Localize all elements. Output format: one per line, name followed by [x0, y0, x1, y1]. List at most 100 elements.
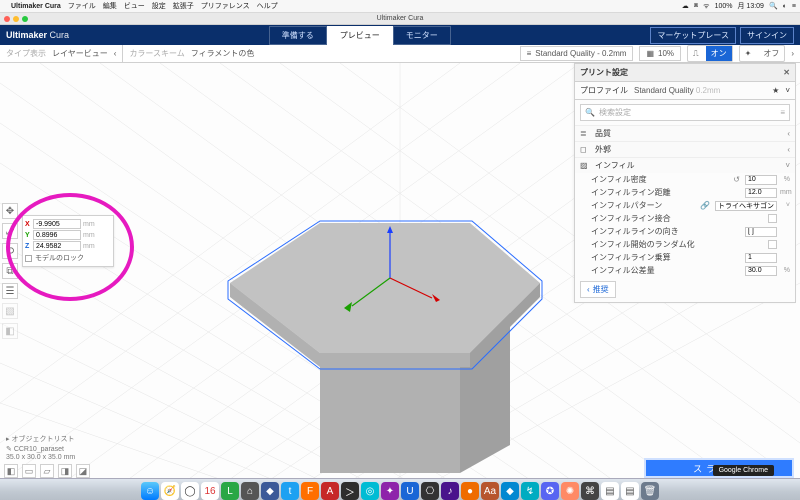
toggle-on[interactable]: オン: [706, 46, 732, 61]
infill-chip[interactable]: ▦ 10%: [639, 46, 681, 61]
dock-trash[interactable]: 🗑: [641, 482, 659, 500]
infill-random-checkbox[interactable]: [768, 240, 777, 249]
star-icon[interactable]: ★: [772, 86, 779, 95]
view-left-icon[interactable]: ◨: [58, 464, 72, 478]
dock-fusion[interactable]: F: [301, 482, 319, 500]
menubar-search-icon[interactable]: 🔍: [769, 2, 778, 10]
dock-app[interactable]: ✦: [381, 482, 399, 500]
mac-menu-file[interactable]: ファイル: [68, 1, 96, 11]
dock-finder[interactable]: ☺: [141, 482, 159, 500]
pos-x-input[interactable]: [33, 219, 81, 229]
adhesion-toggle[interactable]: ✦ オフ: [739, 45, 786, 62]
dock-chrome[interactable]: ◯: [181, 482, 199, 500]
zoom-window-icon[interactable]: [22, 16, 28, 22]
support-blocker-tool[interactable]: ▧: [2, 303, 18, 319]
tab-preview[interactable]: プレビュー: [327, 26, 393, 45]
menubar-cloud-icon[interactable]: ☁︎: [682, 2, 689, 10]
colorscheme-value[interactable]: フィラメントの色: [191, 48, 255, 59]
menubar-clock[interactable]: 月 13:09: [737, 1, 763, 11]
view-top-icon[interactable]: ▱: [40, 464, 54, 478]
mac-app-name[interactable]: Ultimaker Cura: [11, 3, 61, 10]
mac-menu-edit[interactable]: 編集: [103, 1, 117, 11]
pos-z-input[interactable]: [33, 241, 81, 251]
mac-menu-view[interactable]: ビュー: [124, 1, 145, 11]
view-3d-icon[interactable]: ◧: [4, 464, 18, 478]
custom-support-tool[interactable]: ◧: [2, 323, 18, 339]
menubar-siri-icon[interactable]: ◐: [783, 3, 787, 10]
dock-app[interactable]: ●: [461, 482, 479, 500]
infill-connect-checkbox[interactable]: [768, 214, 777, 223]
dock-font[interactable]: Aa: [481, 482, 499, 500]
print-profile-chip[interactable]: ≡ Standard Quality - 0.2mm: [520, 46, 634, 61]
close-window-icon[interactable]: [4, 16, 10, 22]
dock-app[interactable]: t: [281, 482, 299, 500]
section-quality[interactable]: ≣ 品質 ‹: [575, 125, 795, 141]
lock-model-row[interactable]: モデルのロック: [25, 253, 111, 263]
dock-safari[interactable]: 🧭: [161, 482, 179, 500]
close-panel-icon[interactable]: ✕: [783, 68, 790, 77]
infill-dir-input[interactable]: [745, 227, 777, 237]
menubar-notifications-icon[interactable]: ≡: [792, 3, 796, 10]
link-icon[interactable]: 🔗: [698, 201, 712, 210]
infill-overlap-input[interactable]: [745, 266, 777, 276]
mac-menu-extensions[interactable]: 拡張子: [173, 1, 194, 11]
menubar-dropbox-icon[interactable]: ⧈: [694, 2, 698, 10]
viewport[interactable]: ✥ ⤢ ⟲ ⧉ ☰ ▧ ◧ X mm Y mm Z mm モデルのロック プリン…: [0, 63, 800, 500]
menubar-wifi-icon[interactable]: ᯤ: [703, 2, 709, 11]
dock-doc[interactable]: ▤: [621, 482, 639, 500]
view-right-icon[interactable]: ◪: [76, 464, 90, 478]
dock-app[interactable]: ◎: [361, 482, 379, 500]
reset-icon[interactable]: ↺: [731, 175, 742, 184]
dock-app[interactable]: ⌂: [241, 482, 259, 500]
marketplace-button[interactable]: マーケットプレース: [650, 27, 736, 44]
rotate-tool[interactable]: ⟲: [2, 243, 18, 259]
dock-app[interactable]: ◆: [261, 482, 279, 500]
mac-menu-settings[interactable]: 設定: [152, 1, 166, 11]
persettings-tool[interactable]: ☰: [2, 283, 18, 299]
chevron-down-icon[interactable]: ˅: [780, 202, 790, 209]
menu-icon[interactable]: ≡: [780, 108, 785, 117]
object-list-header[interactable]: ▸ オブジェクトリスト: [6, 434, 75, 444]
toggle-off[interactable]: オフ: [758, 46, 784, 61]
viewtype-value[interactable]: レイヤービュー: [52, 48, 108, 59]
dock-cura[interactable]: U: [401, 482, 419, 500]
recommend-button[interactable]: ‹ 推奨: [580, 281, 616, 298]
profile-value[interactable]: Standard Quality 0.2mm: [634, 86, 766, 95]
dock-discord[interactable]: ✪: [541, 482, 559, 500]
dock-line[interactable]: L: [221, 482, 239, 500]
section-infill[interactable]: ▨ インフィル ˅: [575, 157, 795, 173]
section-shell[interactable]: ◻ 外郭 ‹: [575, 141, 795, 157]
chevron-down-icon[interactable]: ˅: [785, 86, 790, 95]
infill-pattern-select[interactable]: [715, 201, 777, 211]
model[interactable]: [228, 221, 542, 473]
infill-line-dist-input[interactable]: [745, 188, 777, 198]
tab-prepare[interactable]: 準備する: [269, 26, 327, 45]
dock-app[interactable]: ♪: [441, 482, 459, 500]
chevron-right-icon[interactable]: ›: [791, 49, 794, 58]
mirror-tool[interactable]: ⧉: [2, 263, 18, 279]
menubar-battery[interactable]: 100%: [715, 3, 733, 10]
support-toggle[interactable]: ⎍ オン: [687, 45, 733, 62]
scale-tool[interactable]: ⤢: [2, 223, 18, 239]
dock-app[interactable]: ⌘: [581, 482, 599, 500]
dock-app[interactable]: ⎔: [421, 482, 439, 500]
chrome-notification[interactable]: Google Chrome: [713, 465, 774, 476]
chevron-left-icon[interactable]: ‹: [114, 49, 117, 58]
infill-mult-input[interactable]: [745, 253, 777, 263]
view-front-icon[interactable]: ▭: [22, 464, 36, 478]
dock-blender[interactable]: ✺: [561, 482, 579, 500]
settings-search[interactable]: 🔍 検索設定 ≡: [580, 104, 790, 121]
signin-button[interactable]: サインイン: [740, 27, 794, 44]
dock-app[interactable]: ↯: [521, 482, 539, 500]
tab-monitor[interactable]: モニター: [393, 26, 451, 45]
object-list-item[interactable]: ✎ CCR10_paraset: [6, 445, 75, 453]
dock-calendar[interactable]: 16: [201, 482, 219, 500]
minimize-window-icon[interactable]: [13, 16, 19, 22]
dock-doc[interactable]: ▤: [601, 482, 619, 500]
dock-app[interactable]: A: [321, 482, 339, 500]
dock-app[interactable]: ◆: [501, 482, 519, 500]
pos-y-input[interactable]: [33, 230, 81, 240]
move-tool[interactable]: ✥: [2, 203, 18, 219]
infill-density-input[interactable]: [745, 175, 777, 185]
lock-checkbox[interactable]: [25, 255, 32, 262]
